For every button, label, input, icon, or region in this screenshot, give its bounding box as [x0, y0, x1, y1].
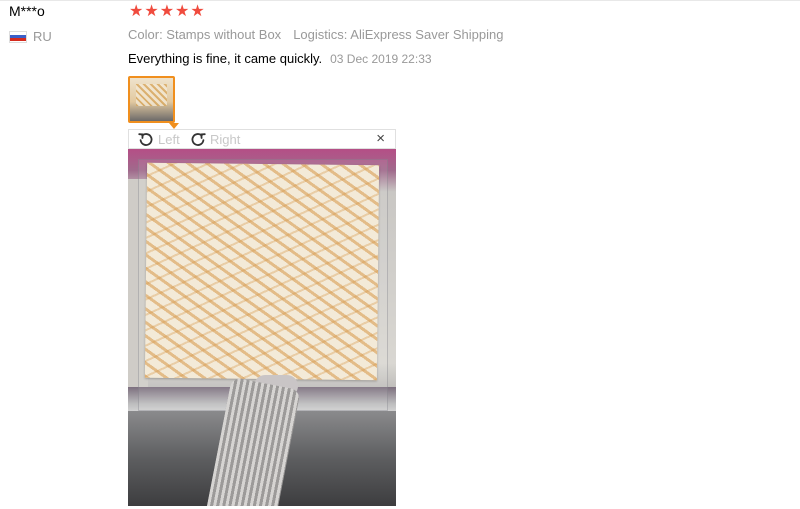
star-icon: ★: [129, 3, 144, 20]
star-icon: ★: [144, 3, 159, 20]
close-icon[interactable]: ×: [376, 130, 385, 148]
review-photo-thumbnail[interactable]: [128, 76, 175, 123]
order-info: Color: Stamps without Box Logistics: Ali…: [128, 27, 503, 42]
rating-stars: ★ ★ ★ ★ ★: [129, 4, 205, 20]
rotate-right-label: Right: [210, 131, 241, 147]
rotate-right-button[interactable]: Right: [190, 131, 240, 147]
star-icon: ★: [159, 3, 175, 20]
product-wrapping-paper: [144, 162, 380, 381]
rotate-left-label: Left: [158, 131, 180, 147]
divider: [0, 0, 800, 1]
star-icon: ★: [175, 3, 190, 20]
rotate-right-icon: [191, 133, 206, 146]
reviewer-country: RU: [9, 29, 52, 44]
rotate-left-icon: [138, 133, 153, 146]
rotate-left-button[interactable]: Left: [138, 131, 180, 147]
color-attribute: Color: Stamps without Box: [128, 27, 282, 42]
russia-flag-icon: [9, 30, 27, 43]
star-icon: ★: [190, 3, 205, 20]
photo-viewer-toolbar: Left Right ×: [128, 129, 396, 149]
reviewer-name: M***o: [9, 3, 45, 19]
logistics-attribute: Logistics: AliExpress Saver Shipping: [293, 27, 504, 42]
review-text: Everything is fine, it came quickly.: [128, 51, 323, 66]
review-date: 03 Dec 2019 22:33: [330, 52, 432, 66]
review-photo-large: [128, 149, 396, 506]
thumbnail-image: [130, 78, 173, 121]
review-body: Everything is fine, it came quickly. 03 …: [128, 51, 432, 66]
country-code: RU: [33, 29, 52, 44]
